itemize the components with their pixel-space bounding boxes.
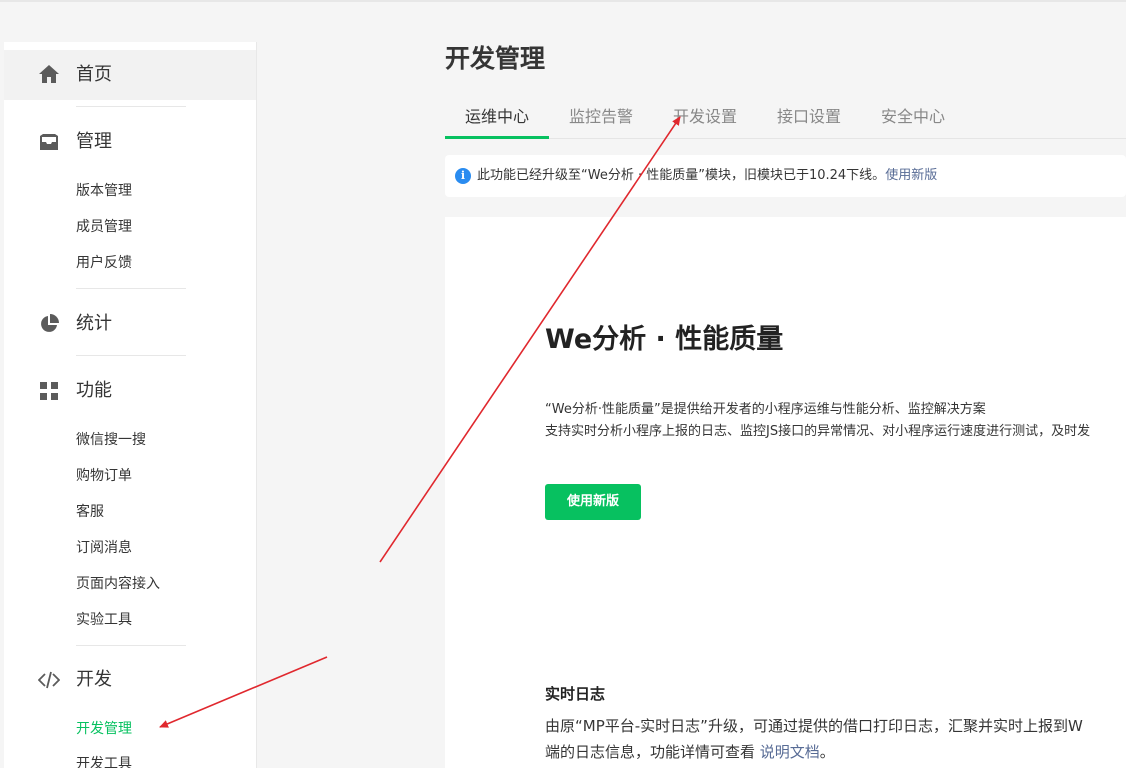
inbox-icon bbox=[40, 134, 58, 150]
realtime-log-desc-2: 端的日志信息，功能详情可查看 说明文档。 bbox=[545, 742, 835, 762]
card-description-1: “We分析·性能质量”是提供给开发者的小程序运维与性能分析、监控解决方案 bbox=[545, 402, 986, 417]
sidebar-dev-title[interactable]: 开发 bbox=[76, 670, 112, 690]
top-border bbox=[0, 0, 1126, 2]
card-description-2: 支持实时分析小程序上报的日志、监控JS接口的异常情况、对小程序运行速度进行测试，… bbox=[545, 424, 1091, 439]
sidebar: 首页 管理 版本管理 成员管理 用户反馈 统计 功能 微信搜一搜 购物订单 客服… bbox=[0, 42, 257, 768]
divider bbox=[76, 355, 186, 356]
log-desc-end: 。 bbox=[819, 743, 835, 761]
pie-chart-icon bbox=[41, 314, 59, 332]
log-desc-text: 端的日志信息，功能详情可查看 bbox=[545, 743, 760, 761]
sidebar-manage-title[interactable]: 管理 bbox=[76, 132, 112, 152]
tab-security-center[interactable]: 安全中心 bbox=[881, 107, 945, 127]
code-icon bbox=[38, 671, 60, 689]
home-icon bbox=[39, 65, 59, 83]
sidebar-item-page-content[interactable]: 页面内容接入 bbox=[76, 576, 160, 592]
tab-api-settings[interactable]: 接口设置 bbox=[777, 107, 841, 127]
realtime-log-desc-1: 由原“MP平台-实时日志”升级，可通过提供的借口打印日志，汇聚并实时上报到W bbox=[545, 717, 1083, 735]
tab-bar: 运维中心 监控告警 开发设置 接口设置 安全中心 bbox=[445, 98, 1126, 139]
active-tab-indicator bbox=[445, 136, 549, 139]
sidebar-home-label[interactable]: 首页 bbox=[76, 65, 112, 85]
sidebar-item-dev-manage[interactable]: 开发管理 bbox=[76, 721, 132, 737]
info-icon: i bbox=[455, 168, 471, 184]
sidebar-features-title[interactable]: 功能 bbox=[76, 381, 112, 401]
tab-dev-settings[interactable]: 开发设置 bbox=[673, 107, 737, 127]
sidebar-item-version[interactable]: 版本管理 bbox=[76, 183, 132, 199]
doc-link[interactable]: 说明文档 bbox=[760, 743, 820, 761]
sidebar-item-orders[interactable]: 购物订单 bbox=[76, 468, 132, 484]
sidebar-item-experiment[interactable]: 实验工具 bbox=[76, 612, 132, 628]
tab-monitor-alert[interactable]: 监控告警 bbox=[569, 107, 633, 127]
tab-ops-center[interactable]: 运维中心 bbox=[465, 107, 529, 127]
sidebar-item-service[interactable]: 客服 bbox=[76, 504, 104, 520]
sidebar-gutter bbox=[0, 42, 4, 768]
notice-text: 此功能已经升级至“We分析 · 性能质量”模块，旧模块已于10.24下线。使用新… bbox=[477, 167, 937, 185]
upgrade-notice: i 此功能已经升级至“We分析 · 性能质量”模块，旧模块已于10.24下线。使… bbox=[445, 155, 1126, 197]
notice-message: 此功能已经升级至“We分析 · 性能质量”模块，旧模块已于10.24下线。 bbox=[477, 168, 886, 183]
realtime-log-title: 实时日志 bbox=[545, 685, 606, 703]
divider bbox=[76, 106, 186, 107]
page-title: 开发管理 bbox=[445, 44, 546, 73]
card-title: We分析 · 性能质量 bbox=[545, 324, 784, 355]
grid-icon bbox=[40, 382, 58, 400]
notice-use-new-link[interactable]: 使用新版 bbox=[885, 168, 937, 183]
sidebar-item-dev-tools[interactable]: 开发工具 bbox=[76, 756, 132, 768]
divider bbox=[76, 645, 186, 646]
perf-quality-card: We分析 · 性能质量 “We分析·性能质量”是提供给开发者的小程序运维与性能分… bbox=[445, 217, 1126, 768]
use-new-version-button[interactable]: 使用新版 bbox=[545, 484, 641, 520]
sidebar-stats-title[interactable]: 统计 bbox=[76, 314, 112, 334]
sidebar-item-search[interactable]: 微信搜一搜 bbox=[76, 432, 146, 448]
sidebar-item-feedback[interactable]: 用户反馈 bbox=[76, 255, 132, 271]
sidebar-item-members[interactable]: 成员管理 bbox=[76, 219, 132, 235]
sidebar-item-subscribe[interactable]: 订阅消息 bbox=[76, 540, 132, 556]
divider bbox=[76, 288, 186, 289]
